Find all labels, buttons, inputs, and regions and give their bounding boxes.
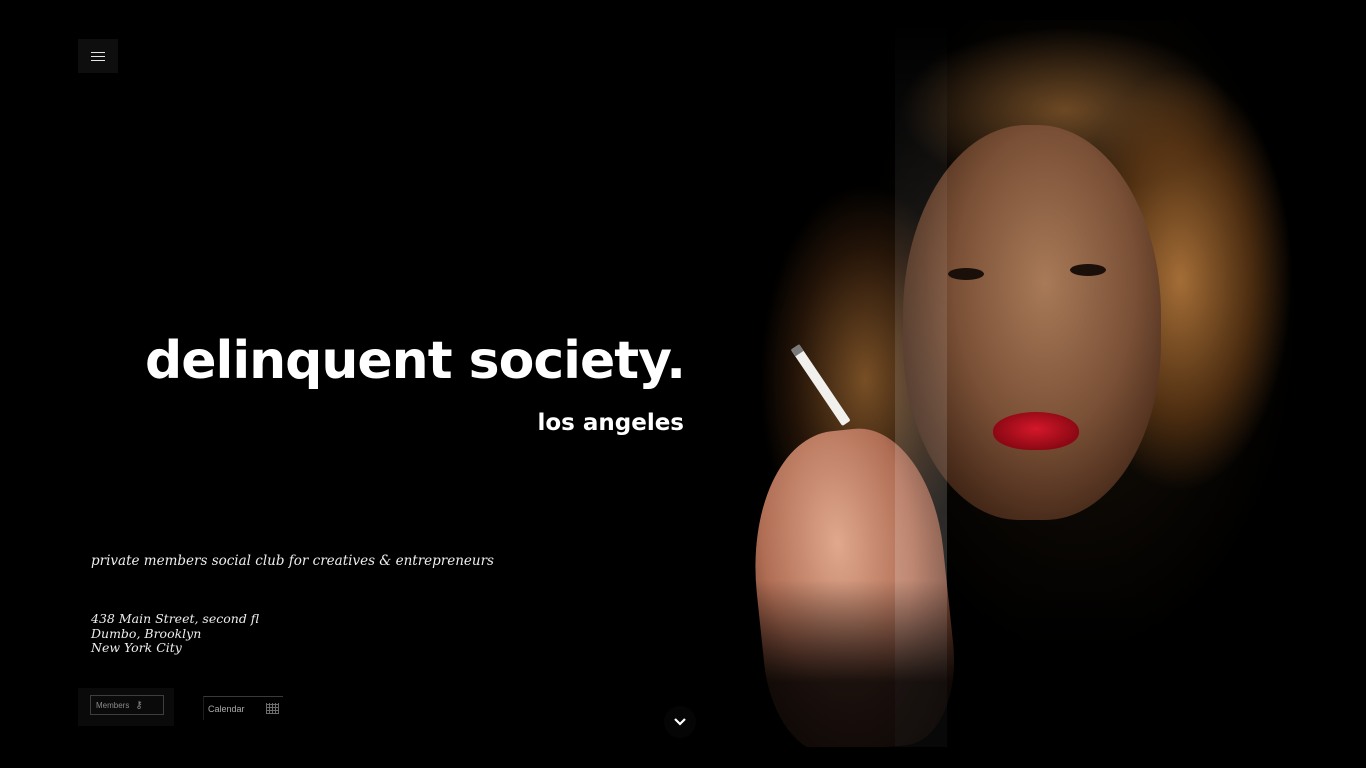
address-line: 438 Main Street, second fl [91,611,260,626]
address-line: Dumbo, Brooklyn [91,625,202,641]
shadow [745,580,1301,747]
key-icon: ⚷ [135,699,143,711]
calendar-grid-icon [266,703,279,714]
tagline: private members social club for creative… [91,553,494,569]
calendar-button[interactable]: Calendar [203,696,283,720]
members-container: Members ⚷ [78,688,174,726]
menu-button[interactable] [78,39,118,73]
members-button[interactable]: Members ⚷ [90,695,164,715]
location-subtitle: los angeles [537,410,684,436]
left-eye [948,268,984,280]
members-label: Members [96,700,130,710]
hero-photo [745,20,1301,747]
hamburger-icon [91,51,105,61]
address: 438 Main Street, second fl Dumbo, Brookl… [91,611,260,656]
scroll-down-button[interactable] [664,706,696,738]
right-eye [1070,264,1106,276]
page-title: delinquent society. [145,331,686,391]
calendar-label: Calendar [208,703,245,714]
address-line: New York City [91,640,182,655]
lips [993,412,1079,450]
chevron-down-icon [674,718,686,726]
